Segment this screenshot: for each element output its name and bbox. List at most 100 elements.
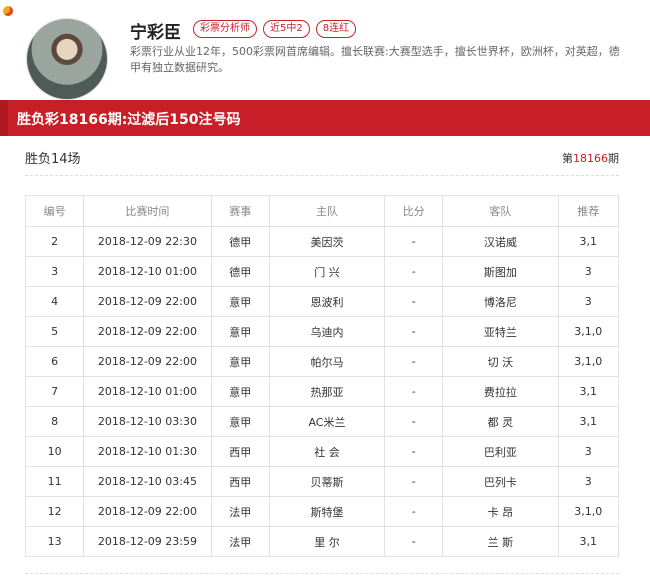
- cell-pick: 3,1,0: [557, 316, 620, 347]
- cell-home: AC米兰: [268, 406, 386, 437]
- cell-time: 2018-12-09 22:00: [83, 316, 212, 347]
- section-divider: [25, 175, 619, 176]
- cell-away: 博洛尼: [442, 286, 559, 317]
- cell-score: -: [384, 286, 444, 317]
- table-row: 10 2018-12-10 01:30 西甲 社 会 - 巴利亚 3: [24, 436, 620, 467]
- cell-score: -: [384, 436, 444, 467]
- cell-time: 2018-12-09 23:59: [83, 526, 212, 557]
- cell-league: 法甲: [210, 496, 270, 527]
- header-accent: [0, 100, 8, 136]
- cell-number: 6: [24, 346, 85, 377]
- cell-time: 2018-12-10 01:30: [83, 436, 212, 467]
- col-header-away: 客队: [442, 195, 559, 227]
- table-row: 11 2018-12-10 03:45 西甲 贝蒂斯 - 巴列卡 3: [24, 466, 620, 497]
- cell-number: 7: [24, 376, 85, 407]
- cell-away: 斯图加: [442, 256, 559, 287]
- col-header-score: 比分: [384, 195, 444, 227]
- cell-number: 5: [24, 316, 85, 347]
- cell-time: 2018-12-09 22:00: [83, 286, 212, 317]
- cell-score: -: [384, 226, 444, 257]
- cell-league: 法甲: [210, 526, 270, 557]
- cell-score: -: [384, 406, 444, 437]
- col-header-pick: 推荐: [557, 195, 620, 227]
- author-name[interactable]: 宁彩臣: [130, 18, 181, 43]
- col-header-home: 主队: [268, 195, 386, 227]
- cell-number: 13: [24, 526, 85, 557]
- cell-away: 汉诺威: [442, 226, 559, 257]
- cell-time: 2018-12-09 22:00: [83, 346, 212, 377]
- cell-number: 10: [24, 436, 85, 467]
- cell-league: 德甲: [210, 256, 270, 287]
- cell-pick: 3,1: [557, 526, 620, 557]
- cell-pick: 3,1: [557, 376, 620, 407]
- cell-home: 美因茨: [268, 226, 386, 257]
- cell-away: 切 沃: [442, 346, 559, 377]
- table-row: 7 2018-12-10 01:00 意甲 热那亚 - 费拉拉 3,1: [24, 376, 620, 407]
- cell-time: 2018-12-09 22:30: [83, 226, 212, 257]
- cell-number: 4: [24, 286, 85, 317]
- cell-away: 兰 斯: [442, 526, 559, 557]
- cell-league: 意甲: [210, 346, 270, 377]
- cell-pick: 3,1: [557, 406, 620, 437]
- table-row: 13 2018-12-09 23:59 法甲 里 尔 - 兰 斯 3,1: [24, 526, 620, 557]
- cell-time: 2018-12-10 03:45: [83, 466, 212, 497]
- cell-pick: 3: [557, 466, 620, 497]
- cell-league: 意甲: [210, 286, 270, 317]
- cell-league: 西甲: [210, 436, 270, 467]
- bottom-divider: [25, 573, 619, 574]
- cell-home: 里 尔: [268, 526, 386, 557]
- cell-score: -: [384, 256, 444, 287]
- cell-home: 乌迪内: [268, 316, 386, 347]
- section-title: 胜负14场: [25, 152, 81, 167]
- col-header-league: 赛事: [210, 195, 270, 227]
- badge-streak: 8连红: [315, 20, 357, 38]
- site-logo-icon[interactable]: [3, 6, 13, 16]
- cell-pick: 3,1,0: [557, 496, 620, 527]
- cell-time: 2018-12-10 01:00: [83, 256, 212, 287]
- issue-prefix: 第: [562, 152, 573, 165]
- cell-number: 2: [24, 226, 85, 257]
- section-bar: 胜负14场 第18166期: [25, 148, 619, 172]
- col-header-number: 编号: [24, 195, 85, 227]
- cell-pick: 3: [557, 436, 620, 467]
- cell-pick: 3,1,0: [557, 346, 620, 377]
- cell-number: 8: [24, 406, 85, 437]
- cell-home: 社 会: [268, 436, 386, 467]
- cell-number: 3: [24, 256, 85, 287]
- cell-league: 意甲: [210, 316, 270, 347]
- table-row: 3 2018-12-10 01:00 德甲 门 兴 - 斯图加 3: [24, 256, 620, 287]
- cell-league: 意甲: [210, 406, 270, 437]
- cell-score: -: [384, 466, 444, 497]
- issue-label: 第18166期: [562, 150, 619, 166]
- table-row: 6 2018-12-09 22:00 意甲 帕尔马 - 切 沃 3,1,0: [24, 346, 620, 377]
- page-header: 胜负彩18166期:过滤后150注号码: [0, 100, 650, 136]
- avatar[interactable]: [26, 18, 108, 100]
- badge-title: 彩票分析师: [193, 20, 257, 38]
- author-bio: 彩票行业从业12年，500彩票网首席编辑。擅长联赛:大赛型选手，擅长世界杯，欧洲…: [130, 45, 620, 74]
- cell-score: -: [384, 526, 444, 557]
- cell-league: 意甲: [210, 376, 270, 407]
- cell-score: -: [384, 316, 444, 347]
- cell-number: 11: [24, 466, 85, 497]
- cell-away: 巴利亚: [442, 436, 559, 467]
- table-row: 5 2018-12-09 22:00 意甲 乌迪内 - 亚特兰 3,1,0: [24, 316, 620, 347]
- table-row: 8 2018-12-10 03:30 意甲 AC米兰 - 都 灵 3,1: [24, 406, 620, 437]
- cell-time: 2018-12-10 03:30: [83, 406, 212, 437]
- author-card: 宁彩臣 彩票分析师 近5中2 8连红 彩票行业从业12年，500彩票网首席编辑。…: [22, 12, 640, 100]
- cell-score: -: [384, 496, 444, 527]
- cell-home: 贝蒂斯: [268, 466, 386, 497]
- cell-home: 斯特堡: [268, 496, 386, 527]
- cell-home: 门 兴: [268, 256, 386, 287]
- cell-league: 西甲: [210, 466, 270, 497]
- matches-table: 编号 比赛时间 赛事 主队 比分 客队 推荐 2 2018-12-09 22:3…: [24, 195, 620, 557]
- cell-away: 费拉拉: [442, 376, 559, 407]
- author-badges: 彩票分析师 近5中2 8连红: [193, 20, 357, 38]
- table-row: 12 2018-12-09 22:00 法甲 斯特堡 - 卡 昂 3,1,0: [24, 496, 620, 527]
- cell-home: 热那亚: [268, 376, 386, 407]
- issue-number: 18166: [573, 152, 608, 165]
- cell-away: 亚特兰: [442, 316, 559, 347]
- table-row: 4 2018-12-09 22:00 意甲 恩波利 - 博洛尼 3: [24, 286, 620, 317]
- cell-score: -: [384, 376, 444, 407]
- table-row: 2 2018-12-09 22:30 德甲 美因茨 - 汉诺威 3,1: [24, 226, 620, 257]
- cell-pick: 3: [557, 256, 620, 287]
